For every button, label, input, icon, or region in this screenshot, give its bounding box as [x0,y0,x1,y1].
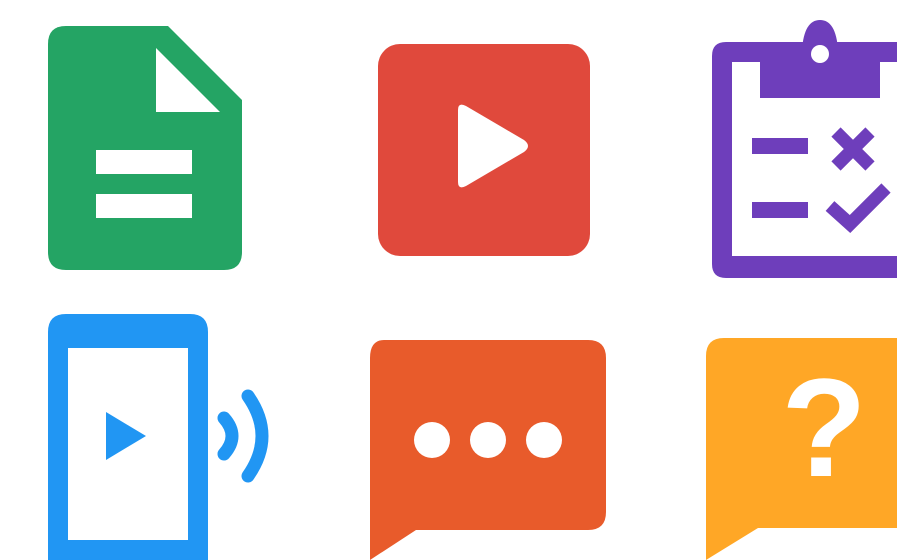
document-line-1 [96,150,192,174]
signal-wave-outer [241,389,269,483]
question-mark: ? [781,349,867,506]
chat-dot-3 [526,422,562,458]
chat-dot-2 [470,422,506,458]
video-play-icon-graphic [378,44,590,256]
clipboard-clip-hole [811,45,829,63]
document-icon[interactable] [48,26,244,270]
quiz-clipboard-icon-graphic [712,20,897,278]
quiz-line-2 [752,202,808,218]
chat-bubble-icon-graphic [370,340,606,560]
video-play-icon[interactable] [378,44,590,256]
document-icon-graphic [48,26,242,270]
quiz-line-1 [752,138,808,154]
mobile-cast-video-icon[interactable] [48,314,278,560]
check-mark [825,183,891,233]
mobile-cast-video-icon-graphic [48,314,269,560]
chat-bubble-icon[interactable] [366,340,606,560]
chat-dot-1 [414,422,450,458]
document-body [48,26,242,270]
x-mark [831,127,875,171]
icon-grid: ? [0,0,897,560]
document-line-2 [96,194,192,218]
phone-play-triangle [106,412,146,460]
quiz-clipboard-icon[interactable] [712,20,897,278]
signal-wave-inner [217,411,239,461]
question-bubble-icon[interactable]: ? [706,338,897,560]
question-bubble-icon-graphic: ? [706,338,897,560]
